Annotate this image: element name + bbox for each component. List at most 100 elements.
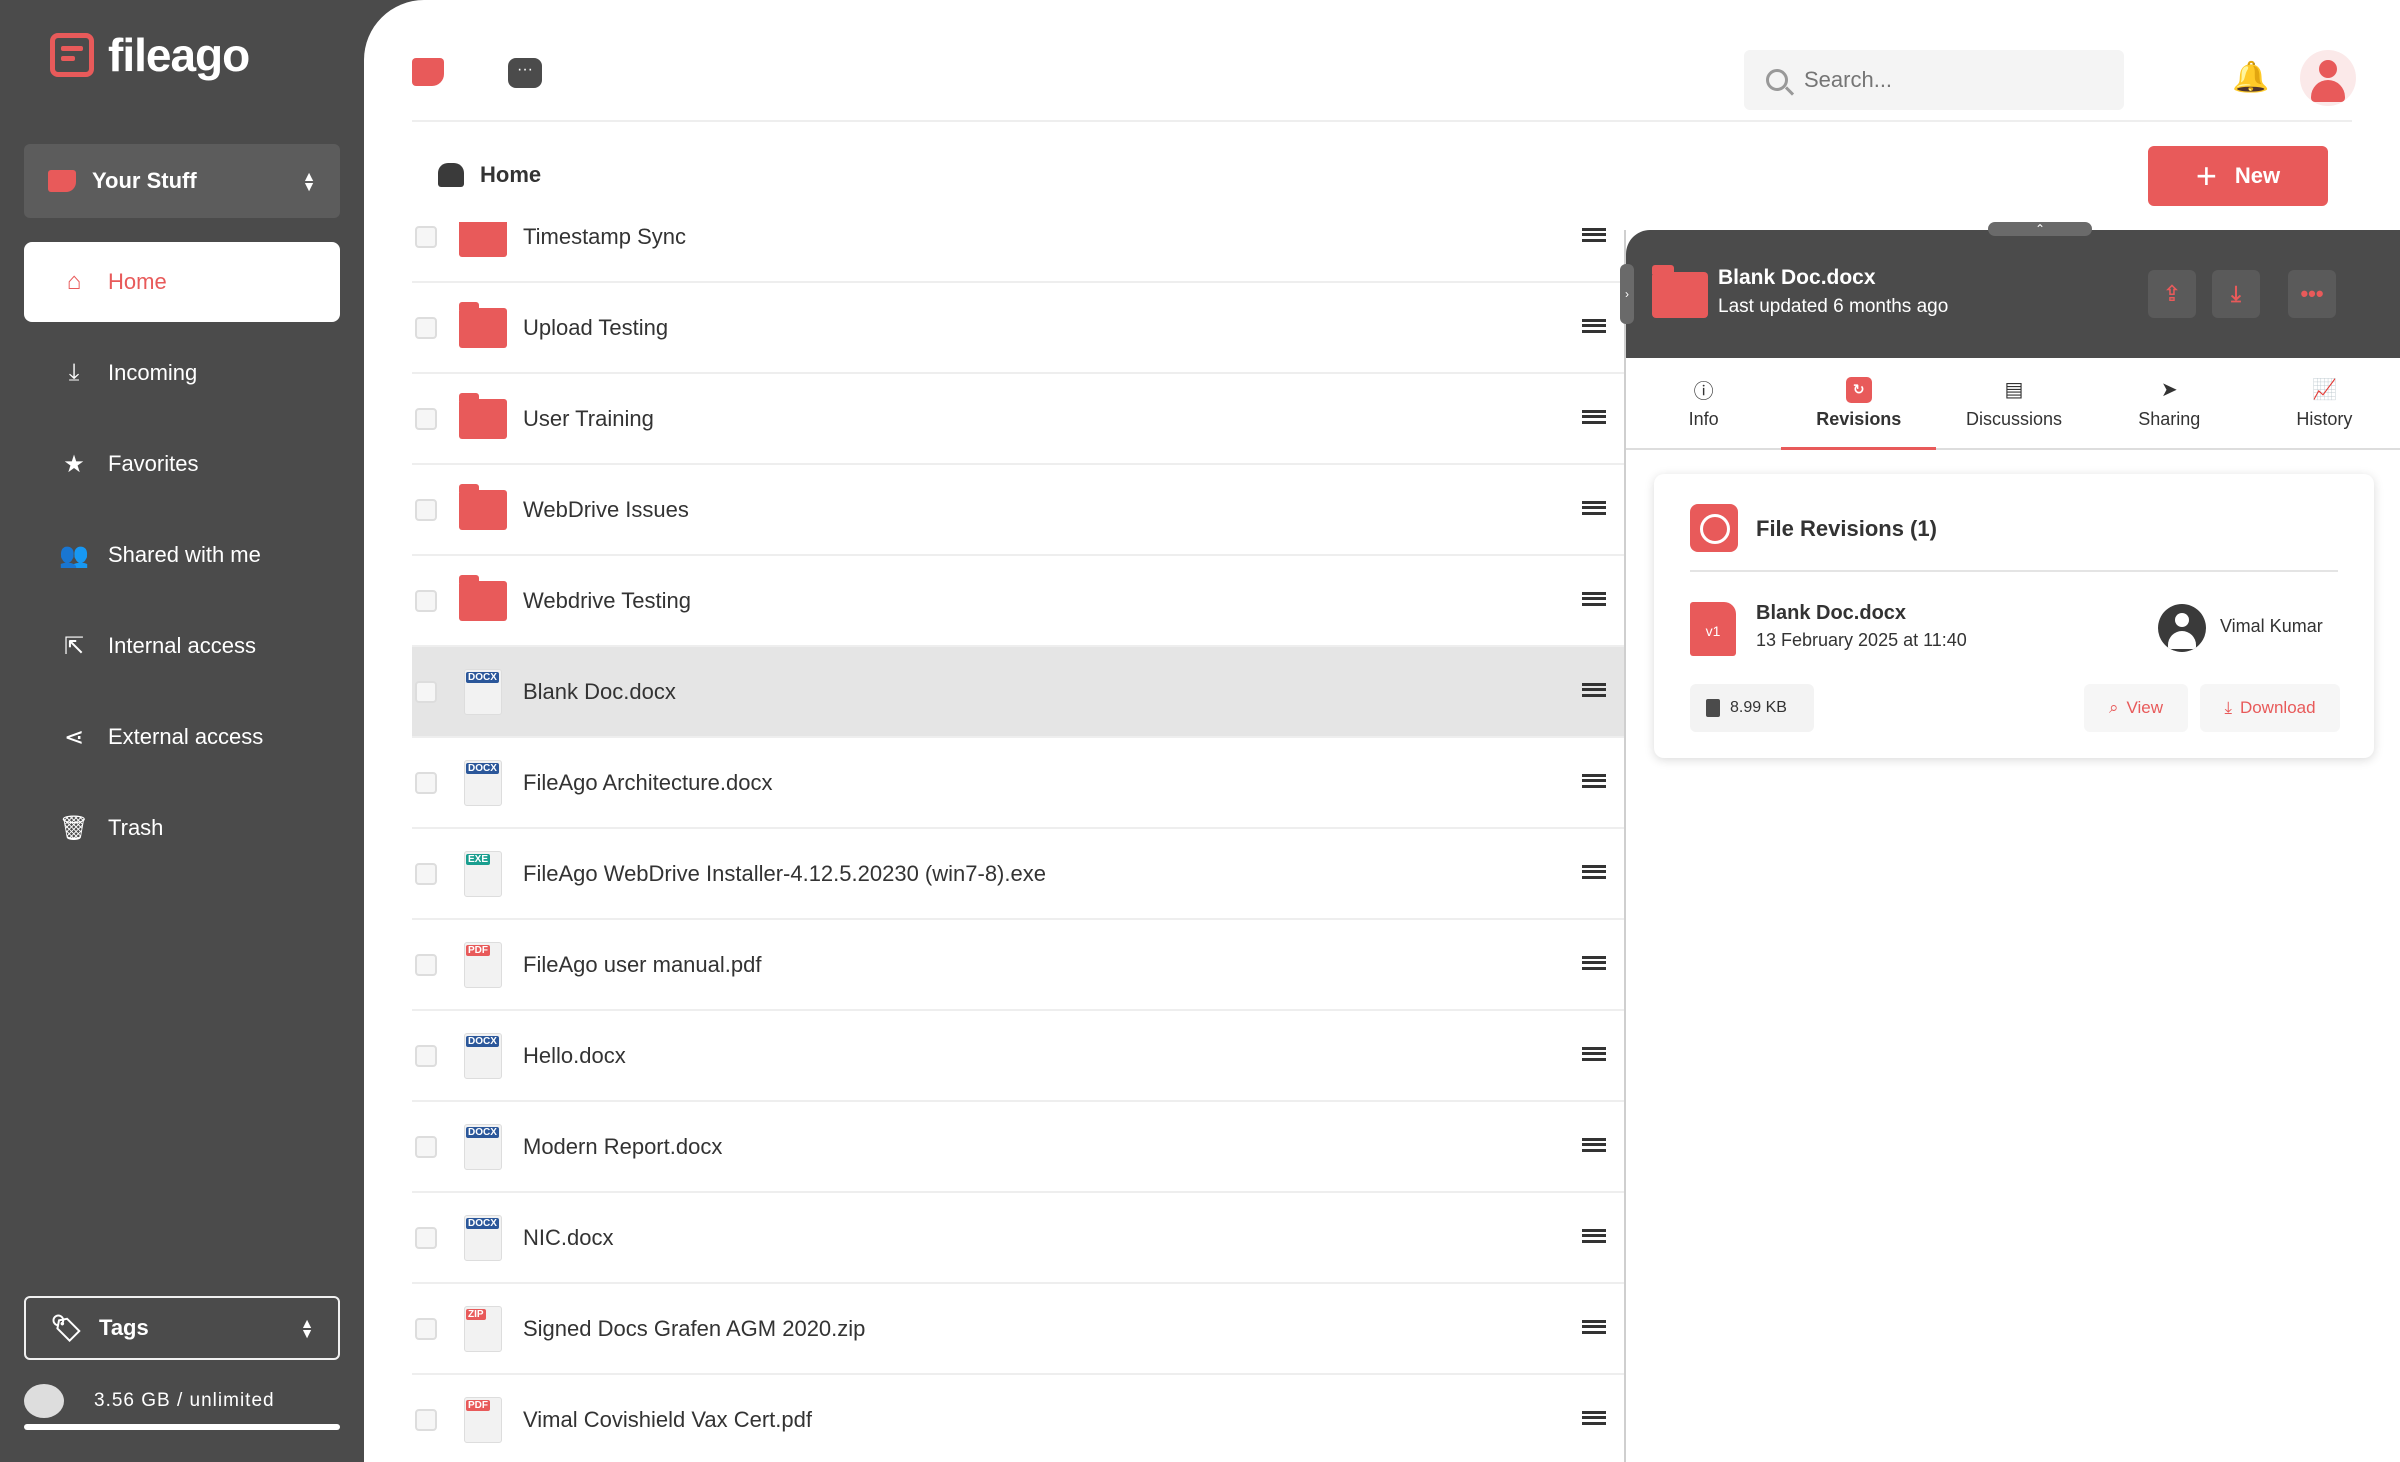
table-row[interactable]: DOCX FileAgo Architecture.docx xyxy=(412,738,1624,829)
search-icon: ⌕ xyxy=(2108,698,2119,717)
file-list: Timestamp Sync Upload Testing User Trainin… xyxy=(412,222,1624,1462)
chat-icon[interactable]: ··· xyxy=(508,58,542,88)
table-row[interactable]: DOCX Modern Report.docx xyxy=(412,1102,1624,1193)
sidebar-item-trash[interactable]: 🗑 Trash xyxy=(24,788,340,868)
search-input[interactable] xyxy=(1804,67,2104,93)
file-type-tag: DOCX xyxy=(466,1217,499,1229)
row-menu-icon[interactable] xyxy=(1582,228,1606,242)
table-row[interactable]: DOCX NIC.docx xyxy=(412,1193,1624,1284)
row-checkbox[interactable] xyxy=(415,316,437,339)
logo-text: fileago xyxy=(108,29,250,81)
revisions-title: File Revisions (1) xyxy=(1756,516,1937,541)
storage-icon xyxy=(24,1384,64,1418)
row-menu-icon[interactable] xyxy=(1582,1047,1606,1061)
workspace-selector[interactable]: Your Stuff ▲ ▼ xyxy=(24,144,340,218)
share-box-icon: ⇱ xyxy=(63,632,85,660)
table-row[interactable]: DOCX Hello.docx xyxy=(412,1011,1624,1102)
row-checkbox[interactable] xyxy=(415,589,437,612)
collapse-handle[interactable]: ⌃ xyxy=(1988,222,2092,236)
row-checkbox[interactable] xyxy=(415,680,437,703)
view-label: View xyxy=(2126,698,2164,717)
row-menu-icon[interactable] xyxy=(1582,1229,1606,1243)
row-menu-icon[interactable] xyxy=(1582,592,1606,606)
sidebar-item-incoming[interactable]: ⤓ Incoming xyxy=(24,333,340,413)
row-menu-icon[interactable] xyxy=(1582,1138,1606,1152)
sidebar-item-label: Home xyxy=(108,269,167,294)
row-checkbox[interactable] xyxy=(415,407,437,430)
bell-icon[interactable]: 🔔 xyxy=(2232,60,2269,95)
file-name: FileAgo WebDrive Installer-4.12.5.20230 … xyxy=(523,860,1046,886)
row-checkbox[interactable] xyxy=(415,1135,437,1158)
table-row[interactable]: WebDrive Issues xyxy=(412,465,1624,556)
row-checkbox[interactable] xyxy=(415,1408,437,1431)
more-button[interactable]: ••• xyxy=(2288,270,2336,318)
panel-toggle[interactable]: › xyxy=(1620,264,1634,324)
docx-file-icon: DOCX xyxy=(464,759,502,806)
row-menu-icon[interactable] xyxy=(1582,410,1606,424)
users-icon: 👥 xyxy=(59,541,89,569)
row-checkbox[interactable] xyxy=(415,771,437,794)
files-icon[interactable] xyxy=(412,58,444,86)
revisions-icon: ↻ xyxy=(1845,376,1872,403)
row-checkbox[interactable] xyxy=(415,1226,437,1249)
tab-revisions[interactable]: ↻ Revisions xyxy=(1781,358,1937,450)
row-checkbox[interactable] xyxy=(415,225,437,248)
sidebar-item-home[interactable]: ⌂ Home xyxy=(24,242,340,322)
file-type-tag: DOCX xyxy=(466,1126,499,1138)
sidebar-item-internal-access[interactable]: ⇱ Internal access xyxy=(24,606,340,686)
breadcrumb[interactable]: Home xyxy=(438,162,541,188)
row-checkbox[interactable] xyxy=(415,862,437,885)
sidebar-item-label: Internal access xyxy=(108,633,256,658)
sidebar-item-shared-with-me[interactable]: 👥 Shared with me xyxy=(24,515,340,595)
row-checkbox[interactable] xyxy=(415,953,437,976)
pdf-file-icon: PDF xyxy=(464,1396,502,1443)
table-row[interactable]: Timestamp Sync xyxy=(412,222,1624,283)
row-menu-icon[interactable] xyxy=(1582,1411,1606,1425)
details-title: Blank Doc.docx xyxy=(1718,266,1876,289)
row-menu-icon[interactable] xyxy=(1582,865,1606,879)
download-button[interactable]: ⤓ xyxy=(2212,270,2260,318)
table-row[interactable]: ZIP Signed Docs Grafen AGM 2020.zip xyxy=(412,1284,1624,1375)
row-checkbox[interactable] xyxy=(415,1044,437,1067)
row-menu-icon[interactable] xyxy=(1582,1320,1606,1334)
row-menu-icon[interactable] xyxy=(1582,774,1606,788)
row-menu-icon[interactable] xyxy=(1582,956,1606,970)
row-menu-icon[interactable] xyxy=(1582,319,1606,333)
sidebar-item-favorites[interactable]: ★ Favorites xyxy=(24,424,340,504)
table-row[interactable]: User Training xyxy=(412,374,1624,465)
file-type-tag: PDF xyxy=(466,1399,490,1411)
download-icon: ⤓ xyxy=(2231,281,2241,306)
row-menu-icon[interactable] xyxy=(1582,683,1606,697)
tab-info[interactable]: ⓘ Info xyxy=(1626,358,1781,448)
breadcrumb-home: Home xyxy=(480,162,542,187)
trash-icon: 🗑 xyxy=(58,814,90,842)
view-button[interactable]: ⌕ View xyxy=(2084,684,2188,732)
tab-discussions[interactable]: ▤ Discussions xyxy=(1936,358,2091,448)
tab-label: Revisions xyxy=(1816,408,1902,429)
sidebar-item-label: Favorites xyxy=(108,451,199,476)
sidebar-item-external-access[interactable]: ⋖ External access xyxy=(24,697,340,777)
table-row[interactable]: DOCX Blank Doc.docx xyxy=(412,647,1624,738)
table-row[interactable]: PDF FileAgo user manual.pdf xyxy=(412,920,1624,1011)
table-row[interactable]: EXE FileAgo WebDrive Installer-4.12.5.202… xyxy=(412,829,1624,920)
row-checkbox[interactable] xyxy=(415,498,437,521)
storage-text: 3.56 GB / unlimited xyxy=(94,1390,275,1411)
row-menu-icon[interactable] xyxy=(1582,501,1606,515)
tags-selector[interactable]: 🏷 Tags ▲ ▼ xyxy=(24,1296,340,1360)
download-revision-button[interactable]: ⤓ Download xyxy=(2200,684,2340,732)
table-row[interactable]: Webdrive Testing xyxy=(412,556,1624,647)
avatar[interactable] xyxy=(2300,50,2356,106)
tags-icon: 🏷 xyxy=(50,1312,84,1343)
table-row[interactable]: Upload Testing xyxy=(412,283,1624,374)
open-folder-button[interactable]: ⇪ xyxy=(2148,270,2196,318)
tab-history[interactable]: 📈 History xyxy=(2247,358,2400,448)
search-box[interactable] xyxy=(1744,50,2124,110)
docx-file-icon: DOCX xyxy=(464,668,502,715)
download-icon: ⤓ xyxy=(2224,698,2232,717)
table-row[interactable]: PDF Vimal Covishield Vax Cert.pdf xyxy=(412,1375,1624,1462)
docx-file-icon: DOCX xyxy=(464,1214,502,1261)
row-checkbox[interactable] xyxy=(415,1317,437,1340)
new-button[interactable]: + New xyxy=(2148,146,2328,206)
app-logo[interactable]: fileago xyxy=(50,28,250,82)
tab-sharing[interactable]: ➤ Sharing xyxy=(2092,358,2247,448)
